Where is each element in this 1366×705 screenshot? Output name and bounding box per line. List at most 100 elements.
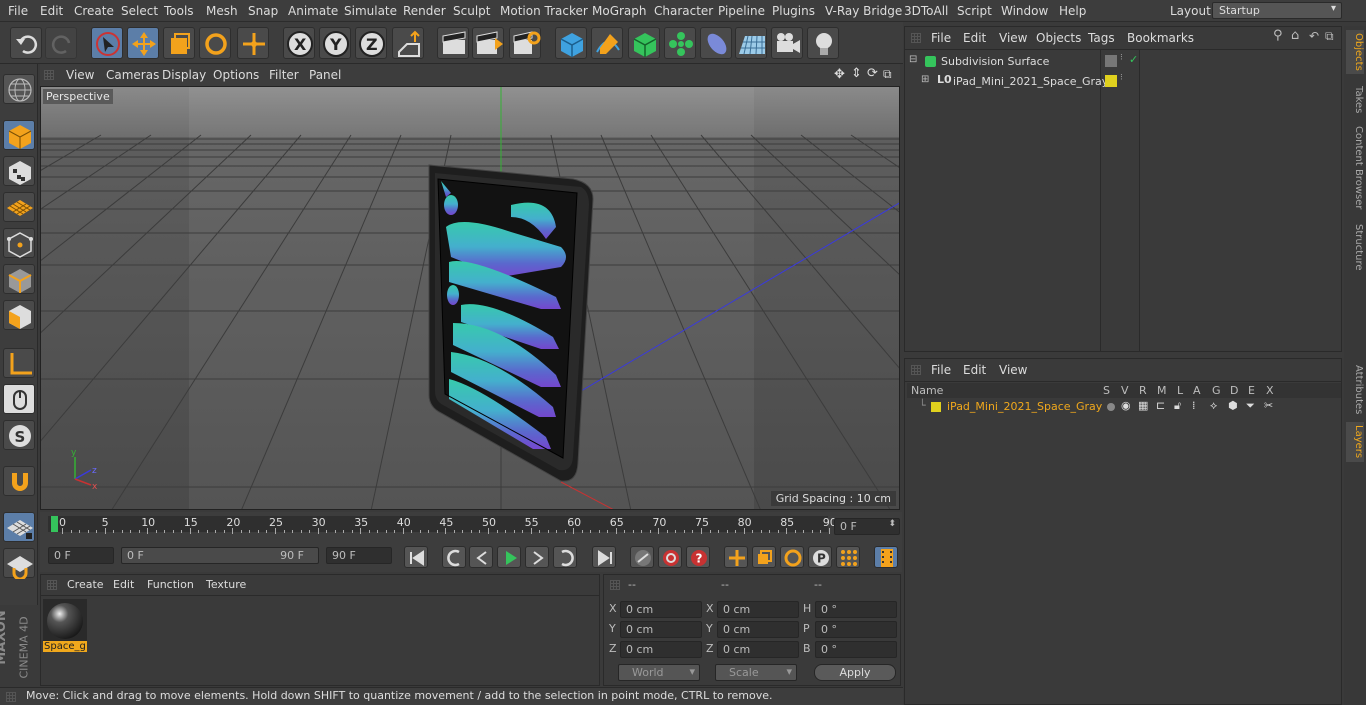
add-floor-button[interactable] (735, 27, 767, 59)
undo-button[interactable] (10, 27, 42, 59)
menu-mograph[interactable]: MoGraph (592, 4, 647, 18)
zoom-view-icon[interactable]: ⇕ (851, 66, 862, 81)
objects-menu-tags[interactable]: Tags (1088, 31, 1115, 45)
size-z-field[interactable]: 0 cm (717, 641, 799, 658)
layer-color-swatch[interactable] (931, 402, 941, 412)
rotate-tool-button[interactable] (199, 27, 231, 59)
layout-dropdown[interactable]: Startup ▾ (1212, 2, 1342, 19)
autokey-button[interactable] (658, 546, 682, 568)
col-render[interactable]: R (1139, 384, 1147, 397)
col-xref[interactable]: X (1266, 384, 1274, 397)
menu-3dtoall[interactable]: 3DToAll (904, 4, 948, 18)
tab-content-browser[interactable]: Content Browser (1346, 124, 1364, 212)
search-icon[interactable]: ⚲ (1273, 28, 1283, 43)
tab-structure[interactable]: Structure (1346, 222, 1364, 272)
home-icon[interactable]: ⌂ (1291, 28, 1299, 43)
menu-create[interactable]: Create (74, 4, 114, 18)
key-rotation-button[interactable] (780, 546, 804, 568)
rot-p-field[interactable]: 0 ° (815, 621, 897, 638)
size-mode-dropdown[interactable]: Scale ▾ (715, 664, 797, 681)
viewport-menu-filter[interactable]: Filter (269, 68, 299, 82)
menu-help[interactable]: Help (1059, 4, 1086, 18)
viewport-menu-display[interactable]: Display (162, 68, 206, 82)
tab-attributes[interactable]: Attributes (1346, 362, 1364, 418)
add-deformer-button[interactable] (700, 27, 732, 59)
object-row-ipad[interactable]: ⊞ L0 iPad_Mini_2021_Space_Gray ⁝ (907, 73, 1339, 91)
coordinate-system-button[interactable] (392, 27, 424, 59)
playhead[interactable] (51, 516, 58, 532)
model-mode-button[interactable] (3, 120, 35, 150)
menu-edit[interactable]: Edit (40, 4, 63, 18)
xref-icon[interactable]: ✂ (1264, 399, 1273, 412)
material-menu-edit[interactable]: Edit (113, 578, 134, 591)
pos-y-field[interactable]: 0 cm (620, 621, 702, 638)
objects-menu-bookmarks[interactable]: Bookmarks (1127, 31, 1194, 45)
x-axis-lock-button[interactable]: X (283, 27, 315, 59)
objects-menu-edit[interactable]: Edit (963, 31, 986, 45)
rot-b-field[interactable]: 0 ° (815, 641, 897, 658)
timeline-ruler[interactable]: 0 5 10 15 20 25 30 35 40 45 50 55 60 65 70 75 80 85 90 0 F… (40, 512, 902, 542)
panel-grip-icon[interactable] (911, 365, 921, 375)
tab-layers[interactable]: Layers (1346, 422, 1364, 462)
menu-script[interactable]: Script (957, 4, 992, 18)
menu-window[interactable]: Window (1001, 4, 1048, 18)
manager-icon[interactable]: ⊏ (1156, 399, 1165, 412)
render-view-button[interactable] (437, 27, 469, 59)
viewport-menu-cameras[interactable]: Cameras (106, 68, 159, 82)
key-parameter-button[interactable]: P (808, 546, 832, 568)
layers-menu-edit[interactable]: Edit (963, 363, 986, 377)
go-to-start-button[interactable] (404, 546, 428, 568)
frame-range-slider[interactable]: 0 F 90 F (121, 547, 319, 564)
next-frame-button[interactable] (525, 546, 549, 568)
grid-snap-button[interactable] (3, 548, 35, 581)
transform-tool-button[interactable] (237, 27, 269, 59)
rotate-view-icon[interactable]: ⟳ (867, 66, 878, 81)
live-selection-button[interactable] (91, 27, 123, 59)
apply-button[interactable]: Apply (814, 664, 896, 681)
object-row-subdivision-surface[interactable]: ⊟ Subdivision Surface ⁝ ✓ (907, 53, 1339, 71)
menu-simulate[interactable]: Simulate (344, 4, 397, 18)
panel-grip-icon[interactable] (911, 33, 921, 43)
layers-menu-view[interactable]: View (999, 363, 1027, 377)
back-icon[interactable]: ↶ (1309, 29, 1319, 43)
menu-select[interactable]: Select (121, 4, 158, 18)
y-axis-lock-button[interactable]: Y (319, 27, 351, 59)
edge-mode-button[interactable] (3, 264, 35, 294)
z-axis-lock-button[interactable]: Z (355, 27, 387, 59)
key-scale-button[interactable] (752, 546, 776, 568)
material-menu-texture[interactable]: Texture (206, 578, 246, 591)
size-x-field[interactable]: 0 cm (717, 601, 799, 618)
render-settings-button[interactable] (509, 27, 541, 59)
col-locked[interactable]: L (1177, 384, 1183, 397)
layer-row[interactable]: └ iPad_Mini_2021_Space_Gray ◉ ▦ ⊏ 🔓︎ ⁞ ⟡… (907, 399, 1341, 415)
menu-vray-bridge[interactable]: V-Ray Bridge (825, 4, 902, 18)
pos-z-field[interactable]: 0 cm (620, 641, 702, 658)
workplane-mode-button[interactable] (3, 192, 35, 222)
timeline-button[interactable] (874, 546, 898, 568)
new-window-icon[interactable]: ⧉ (1325, 29, 1334, 44)
maximize-view-icon[interactable]: ⧉ (883, 67, 892, 82)
viewport-menu-panel[interactable]: Panel (309, 68, 341, 82)
expand-icon[interactable]: ⊞ (921, 74, 929, 85)
viewport-menu-options[interactable]: Options (213, 68, 259, 82)
visibility-dots-icon[interactable]: ⁝ (1120, 53, 1123, 63)
objects-menu-file[interactable]: File (931, 31, 951, 45)
add-cube-button[interactable] (555, 27, 587, 59)
menu-motion-tracker[interactable]: Motion Tracker (500, 4, 588, 18)
add-camera-button[interactable] (771, 27, 803, 59)
texture-mode-button[interactable] (3, 156, 35, 186)
lock-icon[interactable]: 🔓︎ (1174, 399, 1181, 413)
menu-snap[interactable]: Snap (248, 4, 278, 18)
previous-frame-button[interactable] (469, 546, 493, 568)
col-animation[interactable]: A (1193, 384, 1201, 397)
menu-animate[interactable]: Animate (288, 4, 338, 18)
col-expressions[interactable]: E (1248, 384, 1255, 397)
solo-mode-button[interactable]: S (3, 420, 35, 450)
layer-color-icon[interactable] (1105, 75, 1117, 87)
deformer-icon[interactable]: ⬢ (1228, 399, 1238, 412)
menu-character[interactable]: Character (654, 4, 713, 18)
pos-x-field[interactable]: 0 cm (620, 601, 702, 618)
panel-grip-icon[interactable] (47, 580, 57, 590)
col-deformers[interactable]: D (1230, 384, 1238, 397)
animation-icon[interactable]: ⁞ (1192, 399, 1196, 412)
